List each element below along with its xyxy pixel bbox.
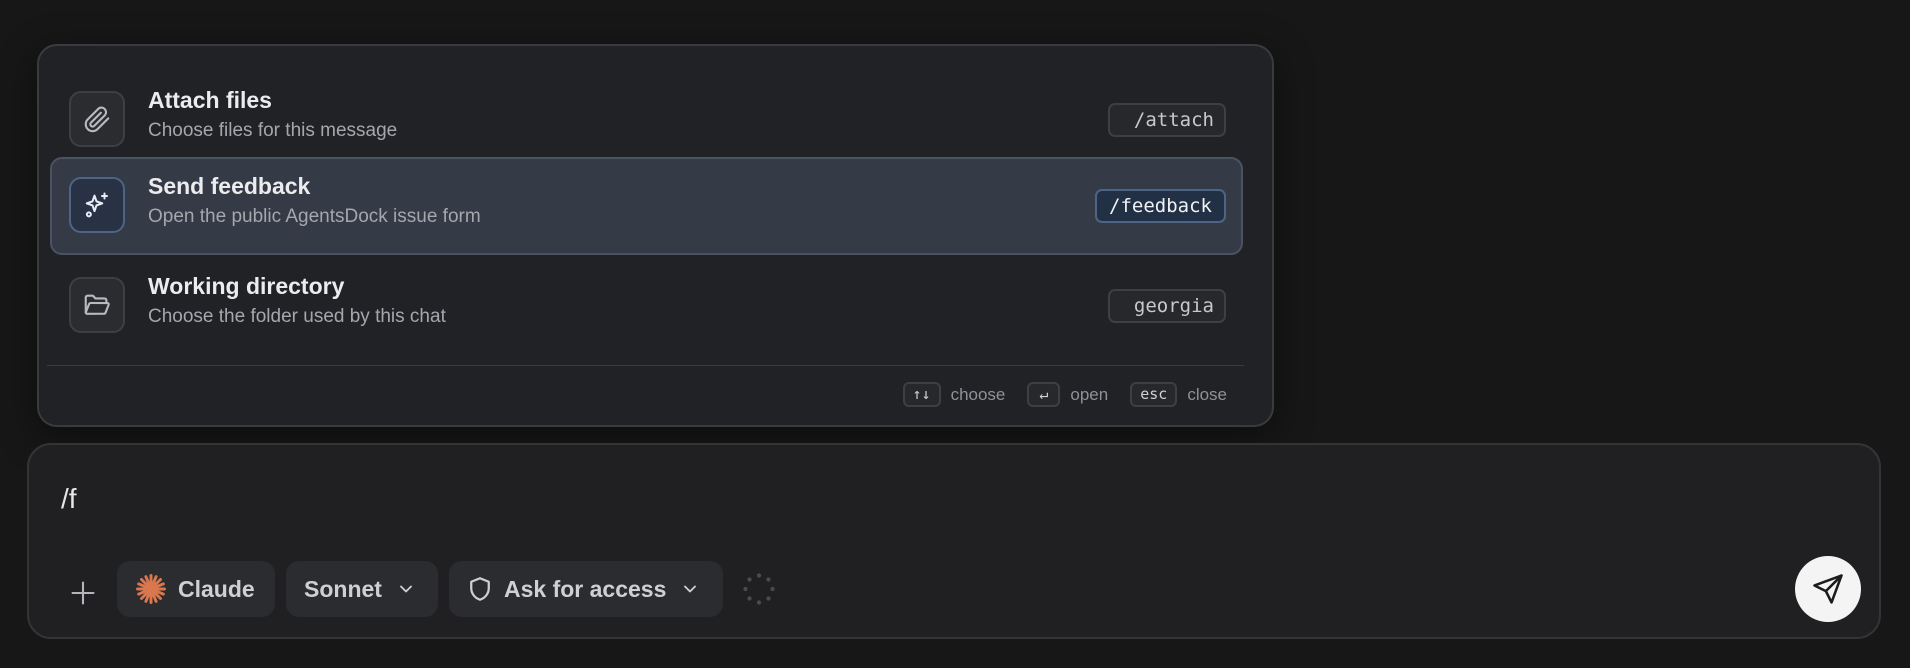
plus-icon	[71, 581, 95, 605]
agent-label: Claude	[178, 575, 255, 602]
command-title: Attach files	[148, 87, 272, 113]
command-working-directory[interactable]: Working directory Choose the folder used…	[50, 257, 1243, 355]
hint-key: esc	[1130, 382, 1178, 407]
folder-open-icon	[69, 277, 125, 333]
add-button[interactable]	[59, 569, 107, 617]
access-mode-selector[interactable]: Ask for access	[449, 561, 723, 617]
message-composer: /f Claude Sonnet Ask for access	[27, 443, 1881, 639]
command-description: Open the public AgentsDock issue form	[148, 206, 481, 227]
command-palette: Attach files Choose files for this messa…	[37, 44, 1274, 427]
access-label: Ask for access	[504, 575, 667, 602]
send-button[interactable]	[1795, 556, 1861, 622]
hint-open: ↵ open	[1027, 382, 1108, 407]
hint-label: close	[1187, 384, 1227, 404]
command-title: Send feedback	[148, 173, 311, 199]
hint-label: choose	[950, 384, 1006, 404]
command-shortcut: /attach	[1107, 103, 1226, 137]
model-selector[interactable]: Sonnet	[286, 561, 438, 617]
palette-divider	[47, 365, 1244, 366]
shield-icon	[470, 577, 490, 601]
chevron-down-icon	[396, 579, 416, 599]
claude-logo-icon	[136, 574, 166, 604]
sparkles-icon	[69, 177, 125, 233]
loading-spinner-icon	[743, 573, 775, 605]
hint-choose: ↑↓ choose	[902, 382, 1006, 407]
paperclip-icon	[69, 91, 125, 147]
command-attach-files[interactable]: Attach files Choose files for this messa…	[50, 71, 1243, 169]
app-root: Attach files Choose files for this messa…	[0, 0, 1910, 668]
hint-close: esc close	[1130, 382, 1227, 407]
command-description: Choose the folder used by this chat	[148, 306, 446, 327]
message-input[interactable]: /f	[61, 483, 77, 515]
command-shortcut: /feedback	[1095, 189, 1226, 223]
command-title: Working directory	[148, 273, 345, 299]
command-send-feedback[interactable]: Send feedback Open the public AgentsDock…	[50, 157, 1243, 255]
hint-key: ↑↓	[902, 382, 941, 407]
hint-label: open	[1070, 384, 1109, 404]
hint-key: ↵	[1027, 382, 1061, 407]
chevron-down-icon	[680, 579, 700, 599]
send-icon	[1813, 574, 1843, 604]
model-label: Sonnet	[304, 575, 382, 602]
agent-selector[interactable]: Claude	[117, 561, 275, 617]
command-description: Choose files for this message	[148, 120, 398, 141]
keyboard-hints: ↑↓ choose ↵ open esc close	[881, 382, 1227, 407]
command-shortcut: georgia	[1107, 289, 1226, 323]
